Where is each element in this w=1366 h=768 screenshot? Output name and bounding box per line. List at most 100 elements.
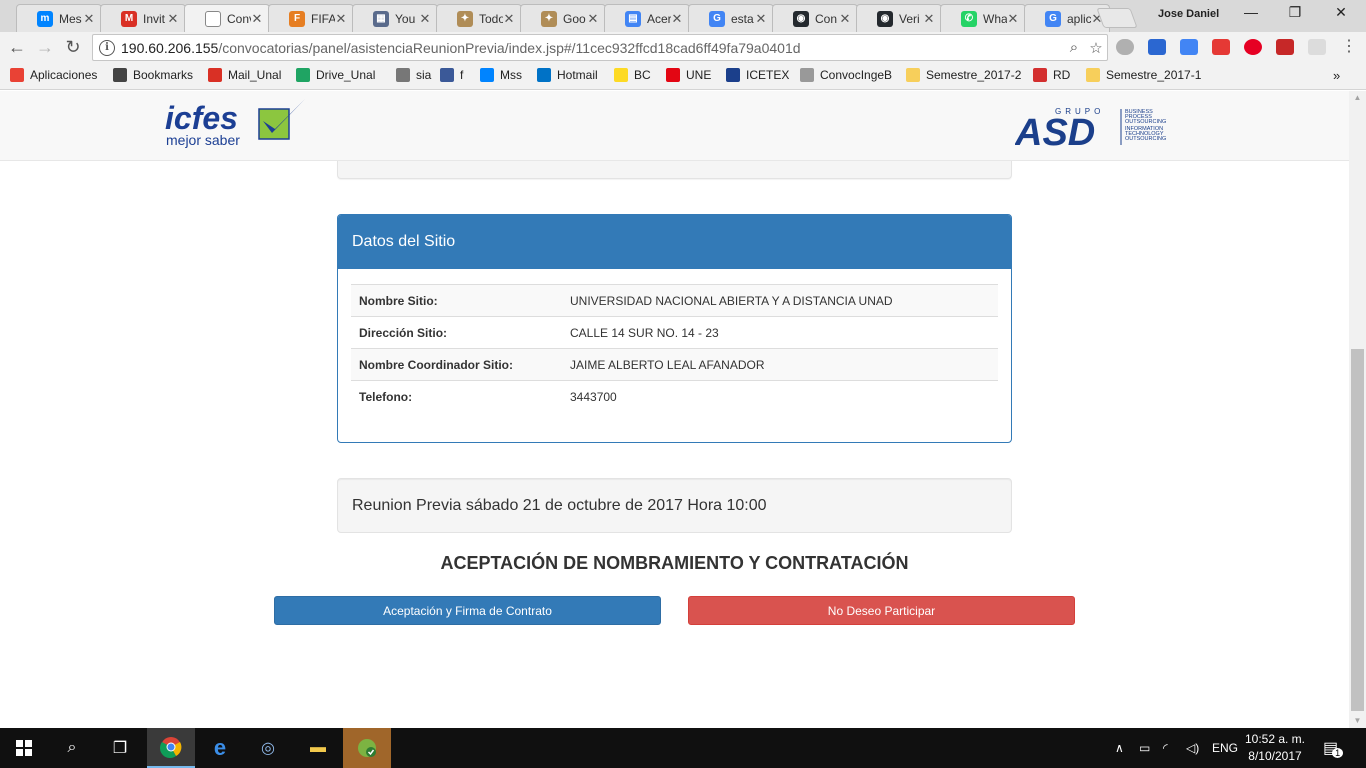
tab-close-icon[interactable]: ✕	[587, 11, 599, 27]
zoom-icon[interactable]: ⌕	[1063, 39, 1085, 56]
page-scrollbar[interactable]: ▲ ▼	[1349, 91, 1366, 728]
bookmark-item[interactable]: f	[440, 68, 463, 82]
bookmark-label: f	[460, 68, 464, 82]
row-value: 3443700	[562, 380, 998, 413]
tab-9[interactable]: ◉ Con ✕	[772, 4, 858, 32]
tab-7[interactable]: ▤ Acer ✕	[604, 4, 690, 32]
bookmark-item[interactable]: Mss	[480, 68, 522, 82]
une-icon	[666, 68, 680, 82]
tab-1[interactable]: M Invit ✕	[100, 4, 186, 32]
decline-participation-button[interactable]: No Deseo Participar	[688, 596, 1075, 625]
tab-8[interactable]: Gesta ✕	[688, 4, 774, 32]
bookmark-item[interactable]: ConvocIngeB	[800, 68, 892, 82]
restore-icon[interactable]: ❐	[1272, 4, 1318, 24]
tab-3[interactable]: F FIFA ✕	[268, 4, 354, 32]
translate-extension-icon[interactable]	[1180, 39, 1198, 55]
bookmark-label: Mss	[500, 68, 522, 82]
back-icon[interactable]: ←	[6, 36, 28, 58]
app-taskbar-icon[interactable]	[343, 728, 391, 768]
bookmark-label: ICETEX	[746, 68, 790, 82]
tab-title: Conv	[227, 11, 251, 26]
chrome-taskbar-icon[interactable]	[147, 728, 195, 768]
wifi-icon[interactable]: ◜	[1163, 728, 1168, 768]
apps-grid-icon	[10, 68, 24, 82]
action-center-icon[interactable]: ▤ 1	[1323, 728, 1344, 768]
tab-close-icon[interactable]: ✕	[503, 11, 515, 27]
bookmark-item[interactable]: Semestre_2017-1	[1086, 68, 1201, 82]
bookmark-label: RD	[1053, 68, 1071, 82]
site-info-icon[interactable]: i	[99, 39, 115, 56]
video-extension-icon[interactable]	[1212, 39, 1230, 55]
tab-close-icon[interactable]: ✕	[251, 11, 263, 27]
show-hidden-icons[interactable]: ∧	[1115, 728, 1124, 768]
bookmark-item[interactable]: sia	[396, 68, 431, 82]
new-tab-button[interactable]	[1096, 8, 1138, 28]
scroll-up-icon[interactable]: ▲	[1349, 91, 1366, 105]
volume-icon[interactable]: ◁)	[1186, 728, 1199, 768]
url-text[interactable]: 190.60.206.155/convocatorias/panel/asist…	[121, 40, 1063, 56]
tab-close-icon[interactable]: ✕	[755, 11, 767, 27]
table-row: Telefono: 3443700	[351, 380, 998, 413]
cloud-extension-icon[interactable]	[1116, 39, 1134, 55]
tab-4[interactable]: ▦ You ✕	[352, 4, 438, 32]
tab-10[interactable]: ◉ Veri ✕	[856, 4, 942, 32]
tab-title: FIFA	[311, 11, 335, 26]
gmail-icon	[208, 68, 222, 82]
bookmark-item[interactable]: Bookmarks	[113, 68, 193, 82]
file-explorer-icon[interactable]: ▬	[294, 728, 342, 768]
profile-name[interactable]: Jose Daniel	[1158, 8, 1219, 20]
clock[interactable]: 10:52 a. m. 8/10/2017	[1240, 731, 1310, 765]
table-row: Dirección Sitio: CALLE 14 SUR NO. 14 - 23	[351, 316, 998, 349]
site-header: icfes mejor saber GRUPO ASD BUSINESS PRO…	[0, 91, 1349, 161]
bookmark-label: sia	[416, 68, 432, 82]
cast-extension-icon[interactable]	[1308, 39, 1326, 55]
explorer-icon[interactable]: ◎	[244, 728, 292, 768]
bookmark-item[interactable]: Aplicaciones	[10, 68, 97, 82]
tab-close-icon[interactable]: ✕	[167, 11, 179, 27]
tab-11[interactable]: ✆ Wha ✕	[940, 4, 1026, 32]
scroll-thumb[interactable]	[1351, 349, 1364, 711]
mendeley-extension-icon[interactable]	[1276, 39, 1294, 55]
tab-6[interactable]: ✦ Goo ✕	[520, 4, 606, 32]
pinterest-extension-icon[interactable]	[1244, 39, 1262, 55]
bookmark-item[interactable]: RD	[1033, 68, 1070, 82]
chrome-menu-icon[interactable]: ⋮	[1338, 36, 1360, 58]
scroll-down-icon[interactable]: ▼	[1349, 714, 1366, 728]
tab-close-icon[interactable]: ✕	[1007, 11, 1019, 27]
calendar-extension-icon[interactable]	[1148, 39, 1166, 55]
windows-start-icon[interactable]	[0, 728, 48, 768]
tab-0[interactable]: m Mes ✕	[16, 4, 102, 32]
bookmark-star-icon[interactable]: ☆	[1085, 39, 1107, 57]
bookmark-item[interactable]: UNE	[666, 68, 711, 82]
task-view-icon[interactable]: ❐	[96, 728, 144, 768]
forward-icon[interactable]: →	[34, 36, 56, 58]
tab-close-icon[interactable]: ✕	[83, 11, 95, 27]
tab-close-icon[interactable]: ✕	[839, 11, 851, 27]
minimize-icon[interactable]: —	[1228, 4, 1274, 24]
bookmark-item[interactable]: ICETEX	[726, 68, 789, 82]
address-bar[interactable]: i 190.60.206.155/convocatorias/panel/asi…	[92, 34, 1108, 61]
tab-5[interactable]: ✦ Todo ✕	[436, 4, 522, 32]
bookmark-item[interactable]: Mail_Unal	[208, 68, 281, 82]
edge-icon[interactable]: e	[196, 728, 244, 768]
battery-icon[interactable]: ▭	[1139, 728, 1150, 768]
bookmark-item[interactable]: Drive_Unal	[296, 68, 375, 82]
tab-close-icon[interactable]: ✕	[419, 11, 431, 27]
language-indicator[interactable]: ENG	[1212, 728, 1238, 768]
more-bookmarks-icon[interactable]: »	[1333, 68, 1340, 83]
search-icon[interactable]: ⌕	[48, 728, 96, 768]
tab-2[interactable]: Conv✕	[184, 4, 270, 32]
bookmark-item[interactable]: Semestre_2017-2	[906, 68, 1021, 82]
bookmark-item[interactable]: Hotmail	[537, 68, 598, 82]
row-label: Dirección Sitio:	[351, 316, 562, 349]
tab-title: Goo	[563, 11, 586, 26]
tab-close-icon[interactable]: ✕	[923, 11, 935, 27]
clock-time: 10:52 a. m.	[1244, 732, 1306, 746]
tab-close-icon[interactable]: ✕	[335, 11, 347, 27]
accept-contract-button[interactable]: Aceptación y Firma de Contrato	[274, 596, 661, 625]
tab-close-icon[interactable]: ✕	[671, 11, 683, 27]
bookmark-item[interactable]: BC	[614, 68, 651, 82]
github-icon: ◉	[877, 10, 893, 27]
reload-icon[interactable]: ↻	[62, 36, 84, 58]
close-window-icon[interactable]: ✕	[1318, 4, 1364, 24]
